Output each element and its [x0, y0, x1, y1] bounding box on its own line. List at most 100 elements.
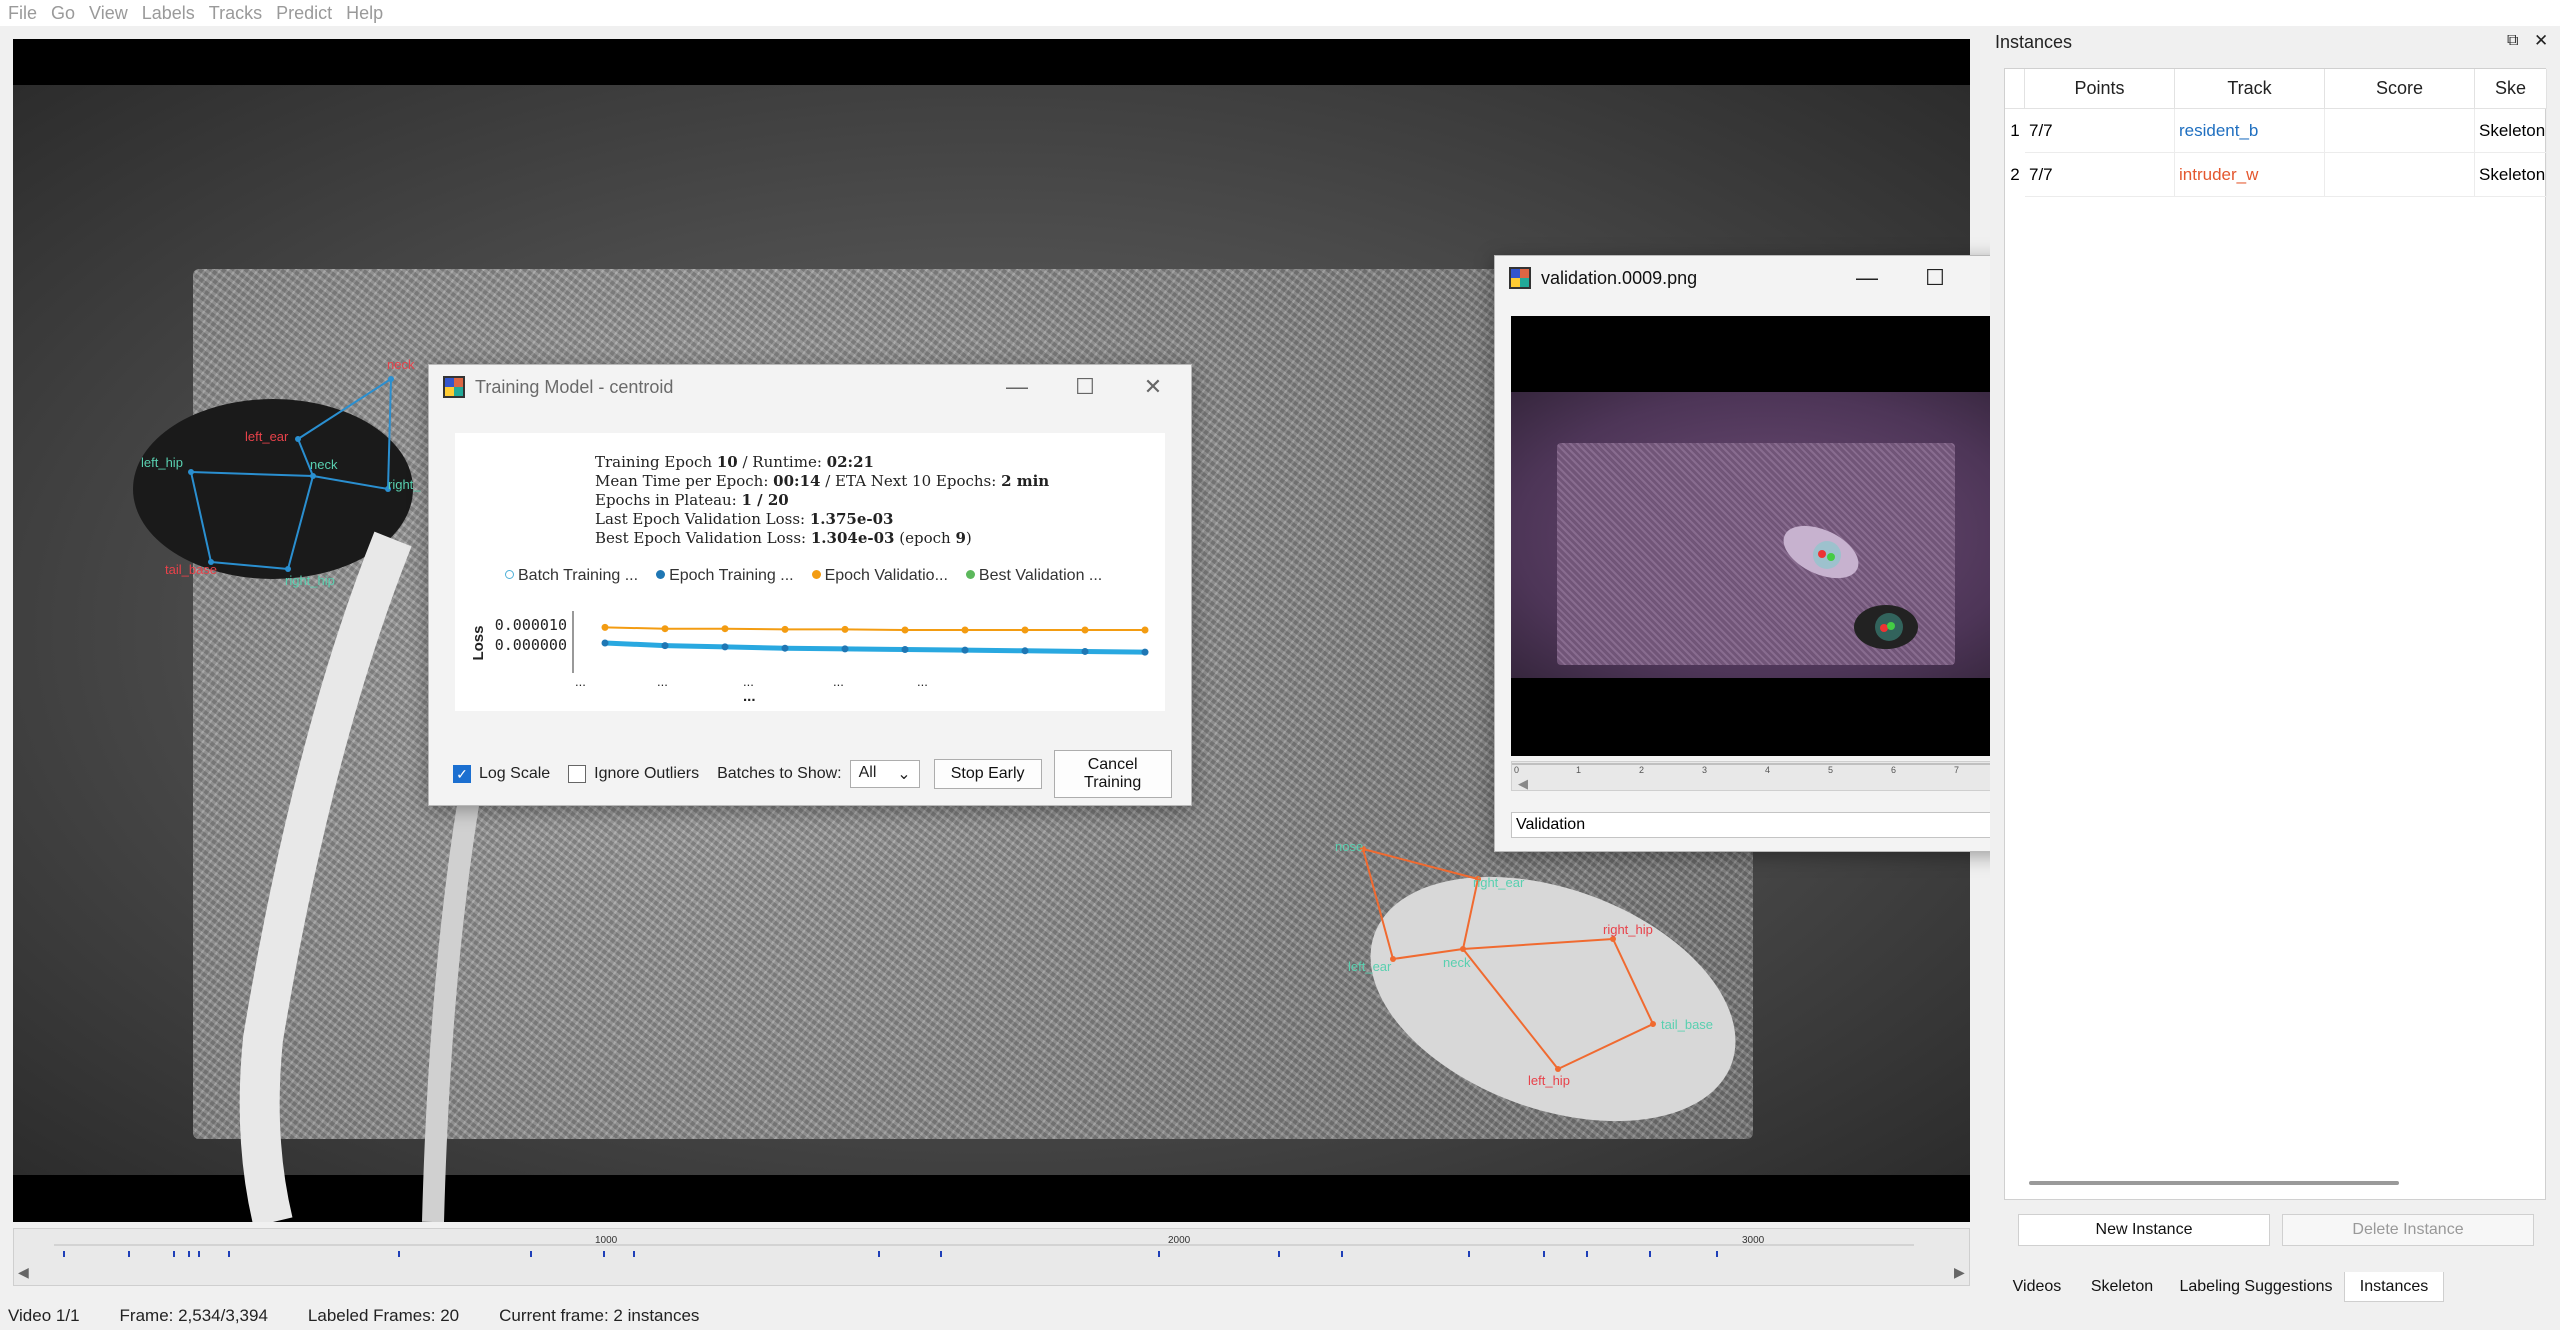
col-track[interactable]: Track [2175, 69, 2325, 109]
legend-best-val: Best Validation ... [965, 567, 1102, 585]
status-frame: Frame: 2,534/3,394 [119, 1306, 268, 1325]
stat-last-loss: Last Epoch Validation Loss: 1.375e-03 [595, 510, 894, 528]
series-1-point-4 [841, 625, 849, 633]
validation-select[interactable]: Validation ⌄ [1511, 812, 2023, 838]
val-gt-1 [1827, 553, 1835, 561]
scroll-right-icon: ▶ [1954, 1264, 1965, 1280]
col-score[interactable]: Score [2325, 69, 2475, 109]
menu-help[interactable]: Help [338, 3, 389, 24]
training-plot-area: Training Epoch 10 / Runtime: 02:21 Mean … [455, 433, 1165, 711]
menu-tracks[interactable]: Tracks [201, 3, 268, 24]
y-tick-1: 0.000000 [495, 636, 567, 654]
timeline-slider[interactable]: 1000 2000 3000 ◀ ▶ [13, 1228, 1970, 1286]
validation-select-value: Validation [1516, 816, 1586, 833]
ruler-tick-4: 4 [1765, 765, 1770, 775]
tab-instances[interactable]: Instances [2344, 1272, 2444, 1302]
instances-panel-header: Instances ⧉ ✕ [1990, 28, 2560, 58]
tab-videos[interactable]: Videos [2004, 1272, 2070, 1302]
status-labeled: Labeled Frames: 20 [307, 1306, 460, 1325]
new-instance-button[interactable]: New Instance [2018, 1214, 2270, 1246]
undock-icon[interactable]: ⧉ [2507, 32, 2518, 50]
series-1-point-9 [1141, 626, 1149, 634]
label-left-hip-1: left_hip [141, 455, 183, 470]
instances-panel-title: Instances [1995, 32, 2073, 52]
instances-panel: Instances ⧉ ✕ Points Track Score Ske 1 7… [1990, 28, 2560, 1302]
label-right-hip-2: right_hip [1603, 922, 1653, 937]
menu-predict[interactable]: Predict [268, 3, 338, 24]
delete-instance-button[interactable]: Delete Instance [2282, 1214, 2534, 1246]
x-tick-1: ... [657, 674, 668, 689]
menu-go[interactable]: Go [43, 3, 81, 24]
label-right-1: right_ [388, 477, 421, 492]
stop-early-button[interactable]: Stop Early [933, 759, 1042, 789]
menu-bar: File Go View Labels Tracks Predict Help [0, 0, 2560, 26]
table-horizontal-scrollbar[interactable] [2029, 1181, 2399, 1185]
validation-image [1511, 316, 2023, 756]
series-1-point-6 [961, 626, 969, 634]
log-scale-checkbox[interactable]: ✓ [453, 765, 471, 783]
validation-scrollbar[interactable]: 0 1 2 3 4 5 6 7 ◀ ▶ [1511, 761, 2024, 791]
cell-track[interactable]: intruder_w [2175, 153, 2325, 197]
series-0-point-1 [661, 642, 669, 650]
row-number: 1 [2010, 121, 2020, 140]
series-0-point-6 [961, 646, 969, 654]
ruler-tick-7: 7 [1954, 765, 1959, 775]
label-left-ear-1: left_ear [245, 429, 289, 444]
series-1-point-2 [721, 625, 729, 633]
series-1-point-1 [661, 625, 669, 633]
val-confmap-1 [1813, 541, 1841, 569]
series-1-point-3 [781, 625, 789, 633]
chevron-down-icon: ⌄ [897, 766, 911, 783]
ruler-tick-6: 6 [1891, 765, 1896, 775]
minimize-icon[interactable]: — [983, 365, 1051, 409]
batches-select[interactable]: All ⌄ [849, 760, 920, 788]
cell-track[interactable]: resident_b [2175, 109, 2325, 153]
col-points[interactable]: Points [2025, 69, 2175, 109]
ruler-tick-3: 3 [1702, 765, 1707, 775]
stat-epoch: Training Epoch 10 / Runtime: 02:21 [595, 453, 874, 471]
timeline-tick-1000: 1000 [595, 1235, 618, 1246]
menu-view[interactable]: View [81, 3, 134, 24]
training-titlebar[interactable]: Training Model - centroid — ☐ ✕ [429, 365, 1191, 409]
white-tail [239, 531, 412, 1222]
series-0-point-5 [901, 646, 909, 653]
close-icon[interactable]: ✕ [2534, 31, 2548, 51]
status-current: Current frame: 2 instances [499, 1306, 700, 1325]
scroll-left-icon: ◀ [18, 1264, 29, 1280]
minimize-icon[interactable]: — [1833, 256, 1901, 300]
validation-overlay [1783, 525, 1918, 649]
stat-plateau: Epochs in Plateau: 1 / 20 [595, 491, 789, 509]
label-tail-base-2: tail_base [1661, 1017, 1713, 1032]
legend-epoch-train: Epoch Training ... [656, 567, 794, 585]
batches-value: All [858, 764, 877, 781]
timeline-tick-3000: 3000 [1742, 1235, 1765, 1246]
y-axis-label: Loss [470, 625, 487, 660]
series-line-0 [604, 640, 1146, 655]
menu-labels[interactable]: Labels [134, 3, 201, 24]
col-skeleton[interactable]: Ske [2475, 69, 2547, 109]
tab-labeling-suggestions[interactable]: Labeling Suggestions [2174, 1272, 2338, 1302]
x-tick-3: ... [833, 674, 844, 689]
label-neck-2: neck [1443, 955, 1471, 970]
ruler-tick-5: 5 [1828, 765, 1833, 775]
cancel-training-button[interactable]: Cancel Training [1053, 750, 1172, 798]
y-tick-0: 0.000010 [495, 616, 567, 634]
maximize-icon[interactable]: ☐ [1051, 365, 1119, 409]
app-icon [443, 376, 465, 398]
close-icon[interactable]: ✕ [1119, 365, 1187, 409]
series-0-point-9 [1141, 648, 1149, 656]
tab-skeleton[interactable]: Skeleton [2076, 1272, 2168, 1302]
scroll-left-icon: ◀ [1518, 776, 1528, 791]
maximize-icon[interactable]: ☐ [1901, 256, 1969, 300]
cell-points: 7/7 [2025, 109, 2175, 153]
cell-skeleton: Skeleton [2475, 109, 2547, 153]
menu-file[interactable]: File [0, 3, 43, 24]
validation-arena [1511, 392, 2023, 678]
legend-epoch-val: Epoch Validatio... [811, 567, 948, 585]
cell-skeleton: Skeleton [2475, 153, 2547, 197]
stat-best-loss: Best Epoch Validation Loss: 1.304e-03 (e… [595, 529, 972, 547]
ignore-outliers-checkbox[interactable] [568, 765, 587, 783]
series-1-point-7 [1021, 626, 1029, 634]
validation-titlebar[interactable]: validation.0009.png — ☐ ✕ [1495, 256, 2037, 300]
series-0-point-0 [601, 639, 609, 647]
